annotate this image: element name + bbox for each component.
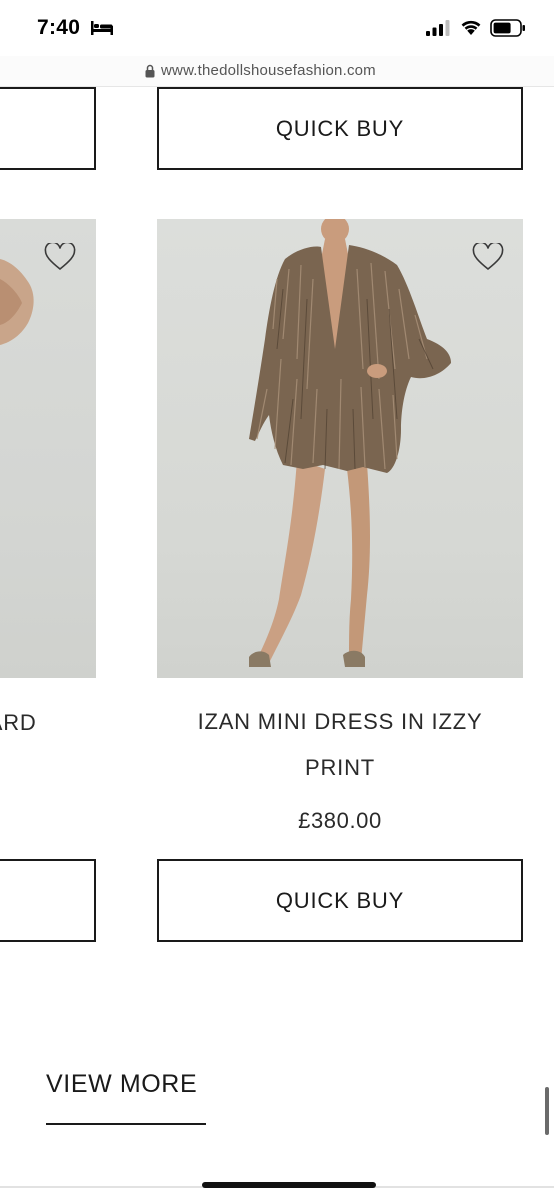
status-bar: 7:40 <box>0 0 554 56</box>
heart-icon[interactable] <box>472 243 504 271</box>
product-title-line: PRINT <box>305 755 375 780</box>
quick-buy-button[interactable]: QUICK BUY <box>157 859 523 942</box>
quick-buy-label: QUICK BUY <box>275 115 405 141</box>
signal-icon <box>426 20 450 36</box>
product-title-line: IZAN MINI DRESS IN IZZY <box>197 709 483 734</box>
battery-icon <box>490 19 525 37</box>
wifi-icon <box>461 20 481 35</box>
quick-buy-button[interactable] <box>0 87 96 170</box>
bed-icon <box>91 21 113 35</box>
product-price: £380.00 <box>298 808 382 833</box>
lock-icon <box>145 64 155 78</box>
view-more-link[interactable]: VIEW MORE <box>46 1070 197 1099</box>
quick-buy-button[interactable] <box>0 859 96 942</box>
quick-buy-label: QUICK BUY <box>275 887 405 913</box>
model-figure <box>249 219 451 667</box>
product-image[interactable] <box>157 219 523 678</box>
home-indicator[interactable] <box>202 1182 376 1188</box>
product-title[interactable]: IZAN MINI DRESS IN IZZY PRINT <box>157 699 523 791</box>
address-bar[interactable]: www.thedollshousefashion.com <box>0 56 554 87</box>
product-image[interactable] <box>0 219 96 678</box>
heart-icon[interactable] <box>44 243 76 271</box>
model-figure <box>0 259 34 345</box>
quick-buy-button[interactable]: QUICK BUY <box>157 87 523 170</box>
scroll-indicator[interactable] <box>545 1087 549 1135</box>
product-title-text: OPARD <box>0 710 37 735</box>
url-text[interactable]: www.thedollshousefashion.com <box>161 62 376 79</box>
status-time: 7:40 <box>37 16 81 39</box>
view-more-underline <box>46 1123 206 1125</box>
product-title[interactable]: OPARD <box>0 700 96 746</box>
